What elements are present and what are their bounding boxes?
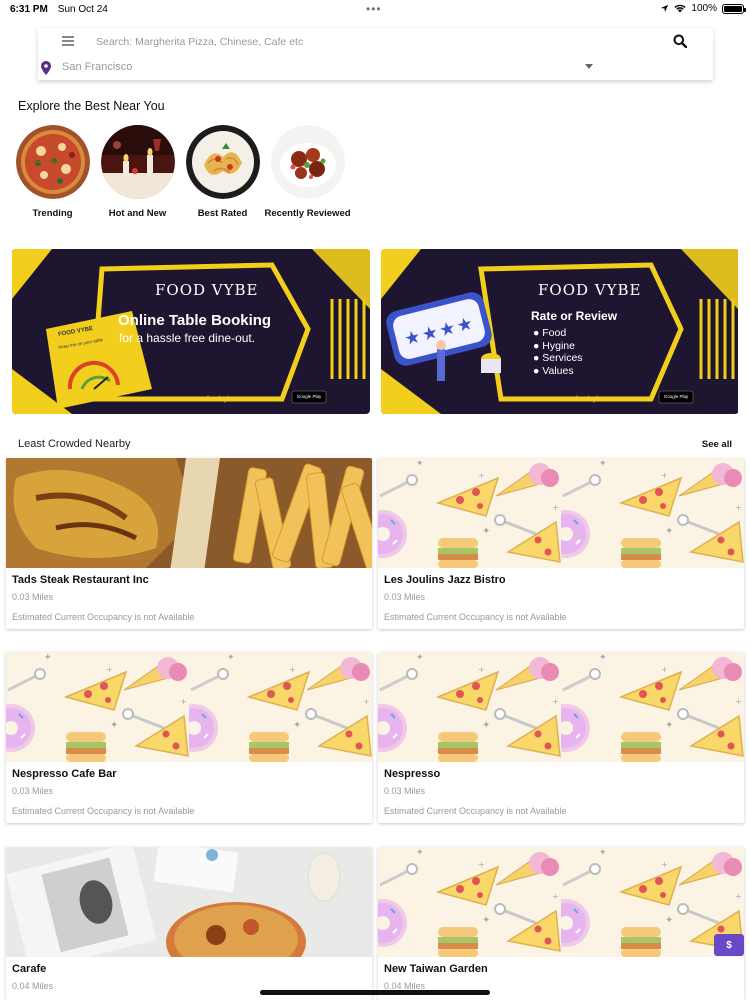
category-label: Trending [32,208,73,219]
status-left: 6:31 PM Sun Oct 24 [10,4,108,15]
category-recently-reviewed[interactable]: Recently Reviewed [264,125,351,219]
banner-brand: FOOD VYBE [155,281,259,299]
restaurant-distance: 0.03 Miles [12,592,54,602]
candle-dinner-photo-icon [100,125,175,199]
search-input[interactable] [96,33,656,51]
status-date: Sun Oct 24 [57,4,108,15]
meat-dish-photo-icon [270,125,345,199]
food-pattern-image [6,652,372,762]
search-card: San Francisco [38,28,713,80]
wifi-icon [674,4,686,13]
restaurant-card[interactable]: New Taiwan Garden 0.04 Miles [378,847,744,1000]
food-pattern-image [378,458,744,568]
see-all-link[interactable]: See all [702,439,732,450]
chevron-down-icon[interactable] [585,64,593,69]
location-arrow-icon [661,4,669,13]
status-bar: 6:31 PM Sun Oct 24 ••• 100% [0,0,750,20]
category-best-rated[interactable]: Best Rated [180,125,265,219]
restaurant-name: Nespresso Cafe Bar [12,768,117,780]
restaurant-name: Carafe [12,963,47,975]
category-hot-and-new[interactable]: Hot and New [95,125,180,219]
bullet-item: ● Services [533,352,583,364]
steak-fries-photo-icon [6,458,372,568]
restaurant-name: Tads Steak Restaurant Inc [12,574,149,586]
bullet-item: ● Hygine [533,339,575,352]
home-indicator[interactable] [260,990,490,995]
restaurant-distance: 0.04 Miles [12,981,54,991]
section-title: Least Crowded Nearby [18,438,131,450]
battery-percent: 100% [691,3,717,14]
restaurant-card[interactable]: Nespresso 0.03 Miles Estimated Current O… [378,652,744,823]
restaurant-name: Les Joulins Jazz Bistro [384,574,506,586]
restaurant-name: Nespresso [384,768,441,780]
banner-online-table-booking[interactable]: FOOD VYBE Online Table Booking for a has… [12,249,370,414]
restaurant-occupancy: Estimated Current Occupancy is not Avail… [384,612,567,622]
search-icon[interactable] [673,34,687,48]
restaurant-card[interactable]: Tads Steak Restaurant Inc 0.03 Miles Est… [6,458,372,629]
banner-headline: Rate or Review [531,309,618,323]
banner-rate-or-review[interactable]: ★ ★ ★ ★ FOOD VYBE Rate or Review ● Food … [381,249,739,414]
battery-icon [722,3,746,14]
status-time: 6:31 PM [10,4,48,15]
pay-badge-button[interactable]: $ [714,934,744,956]
restaurant-distance: 0.03 Miles [384,592,426,602]
explore-title: Explore the Best Near You [18,99,165,113]
restaurant-occupancy: Estimated Current Occupancy is not Avail… [12,612,195,622]
coffee-table-photo-icon [6,847,372,957]
pizza-photo-icon [15,125,90,199]
location-selector[interactable]: San Francisco [62,61,132,73]
restaurant-name: New Taiwan Garden [384,963,488,975]
banner-brand: FOOD VYBE [538,281,642,299]
restaurant-distance: 0.03 Miles [384,786,426,796]
google-play-badge[interactable]: Google Play [294,394,324,399]
restaurant-occupancy: Estimated Current Occupancy is not Avail… [384,806,567,816]
category-label: Hot and New [108,208,167,219]
category-list: Trending Hot and New Best Rated Recently… [10,125,351,219]
restaurant-card[interactable]: Nespresso Cafe Bar 0.03 Miles Estimated … [6,652,372,823]
category-label: Recently Reviewed [264,208,351,219]
bullet-item: ● Values [533,364,574,377]
category-label: Best Rated [197,208,248,219]
review-bullets: ● Food ● Hygine ● Services ● Values [533,327,583,377]
category-trending[interactable]: Trending [10,125,95,219]
google-play-badge[interactable]: Google Play [661,394,691,399]
banner-url: www.foodvybe.com [559,396,620,403]
banner-url: www.foodvybe.com [190,396,251,403]
multitasking-dots-icon[interactable]: ••• [366,2,382,16]
hamburger-menu-icon[interactable] [62,36,74,46]
banner-headline: Online Table Booking [118,312,272,329]
status-right: 100% [660,3,746,14]
banner-subline: for a hassle free dine-out. [119,331,256,345]
restaurant-distance: 0.03 Miles [12,786,54,796]
food-pattern-image [378,847,744,957]
restaurant-card[interactable]: Les Joulins Jazz Bistro 0.03 Miles Estim… [378,458,744,629]
restaurant-card[interactable]: Carafe 0.04 Miles [6,847,372,1000]
restaurant-occupancy: Estimated Current Occupancy is not Avail… [12,806,195,816]
location-pin-icon [41,61,51,75]
food-pattern-image [378,652,744,762]
pasta-photo-icon [185,125,260,199]
bullet-item: ● Food [533,327,567,339]
